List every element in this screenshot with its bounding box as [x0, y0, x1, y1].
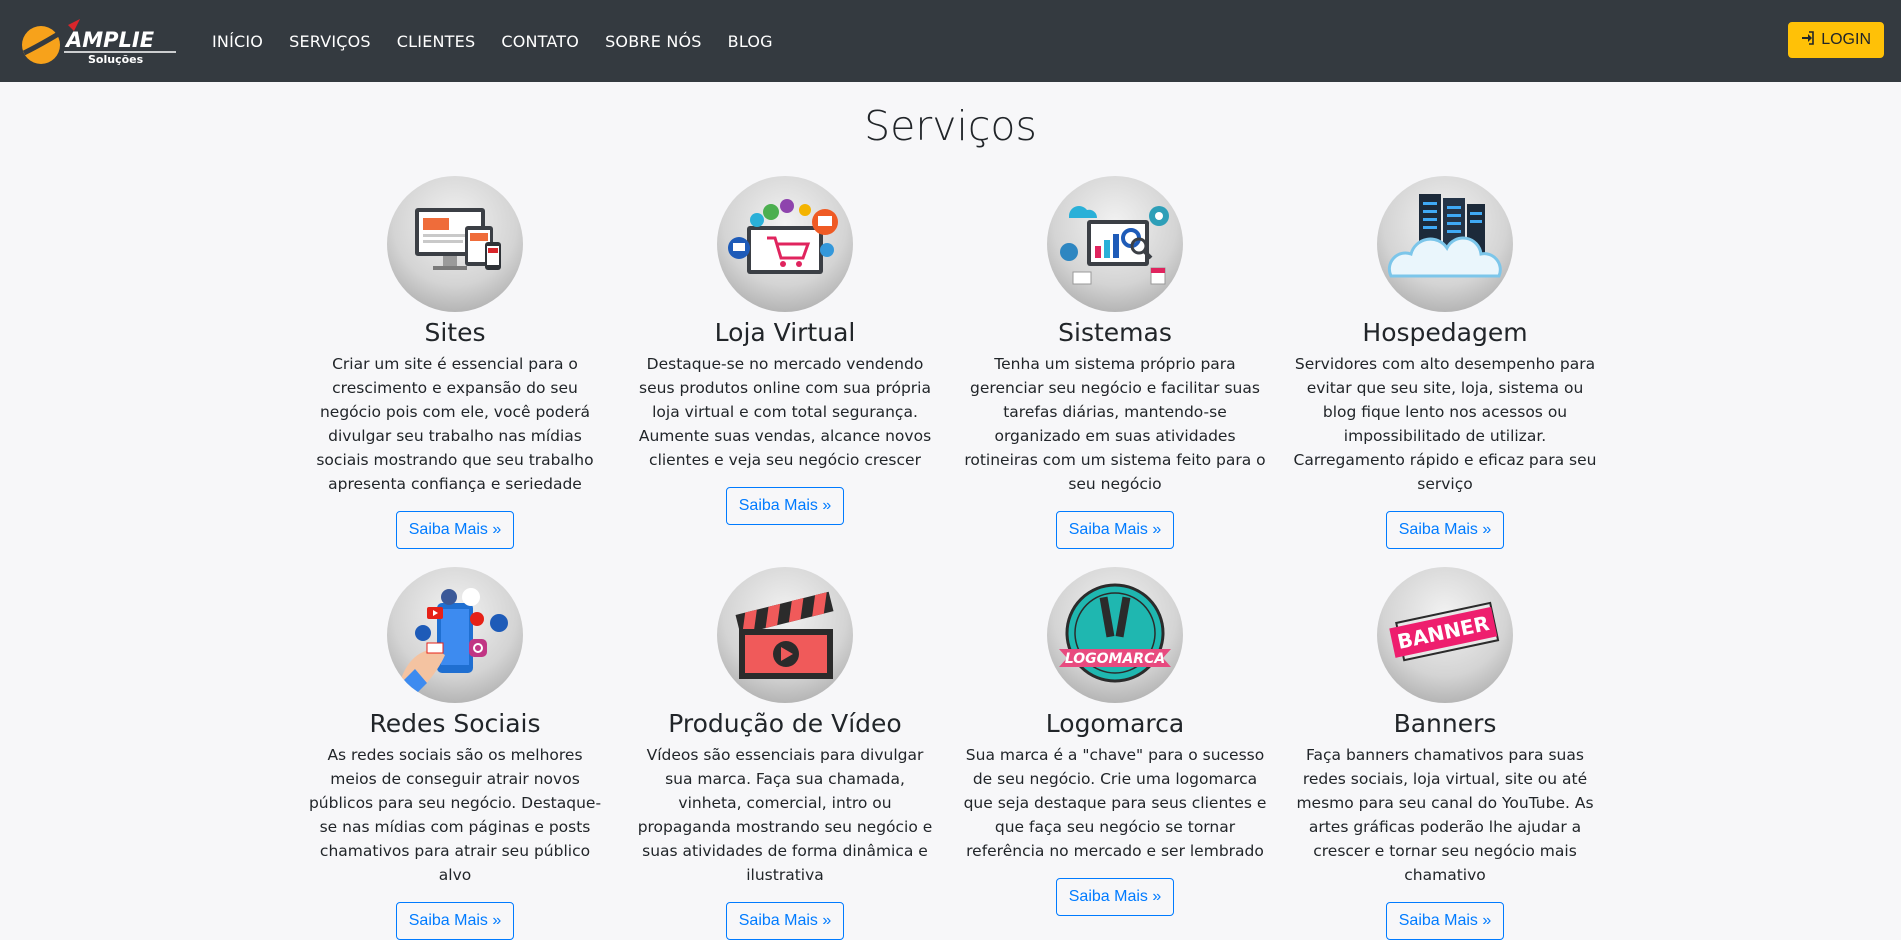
main-nav: INÍCIO SERVIÇOS CLIENTES CONTATO SOBRE N… [212, 32, 799, 51]
nav-clientes[interactable]: CLIENTES [397, 32, 476, 51]
clapperboard-icon [717, 567, 853, 703]
saiba-mais-button[interactable]: Saiba Mais » [1385, 511, 1505, 549]
service-title: Logomarca [1045, 709, 1185, 738]
service-description: Sua marca é a "chave" para o sucesso de … [963, 746, 1267, 860]
service-description: Tenha um sistema próprio para gerenciar … [964, 355, 1266, 493]
service-description: Vídeos são essenciais para divulgar sua … [637, 746, 933, 884]
service-card-producao-video: Produção de Vídeo Vídeos são essenciais … [620, 567, 950, 940]
saiba-mais-button[interactable]: Saiba Mais » [1055, 511, 1175, 549]
saiba-mais-button[interactable]: Saiba Mais » [1385, 902, 1505, 940]
banner-icon: BANNER [1377, 567, 1513, 703]
nav-inicio[interactable]: INÍCIO [212, 32, 263, 51]
service-title: Loja Virtual [714, 318, 856, 347]
service-title: Banners [1393, 709, 1497, 738]
nav-blog[interactable]: BLOG [728, 32, 773, 51]
service-card-sites: Sites Criar um site é essencial para o c… [290, 176, 620, 549]
login-label: LOGIN [1821, 31, 1871, 48]
logomarca-badge-text: LOGOMARCA [1065, 651, 1165, 667]
service-card-hospedagem: Hospedagem Servidores com alto desempenh… [1280, 176, 1610, 549]
top-navbar: AMPLIE Soluções INÍCIO SERVIÇOS CLIENTES… [0, 0, 1901, 82]
saiba-mais-button[interactable]: Saiba Mais » [395, 902, 515, 940]
service-title: Redes Sociais [369, 709, 541, 738]
cloud-server-icon [1377, 176, 1513, 312]
service-description: Destaque-se no mercado vendendo seus pro… [638, 355, 932, 469]
social-media-phone-icon [387, 567, 523, 703]
saiba-mais-button[interactable]: Saiba Mais » [725, 902, 845, 940]
service-title: Sistemas [1058, 318, 1172, 347]
sign-in-icon [1801, 30, 1815, 50]
service-title: Sites [424, 318, 486, 347]
brand-name: AMPLIE [64, 28, 155, 52]
service-description: Faça banners chamativos para suas redes … [1296, 746, 1594, 884]
service-title: Hospedagem [1362, 318, 1528, 347]
nav-contato[interactable]: CONTATO [501, 32, 579, 51]
nav-sobre-nos[interactable]: SOBRE NÓS [605, 32, 702, 51]
nav-servicos[interactable]: SERVIÇOS [289, 32, 371, 51]
saiba-mais-button[interactable]: Saiba Mais » [725, 487, 845, 525]
service-description: Servidores com alto desempenho para evit… [1293, 355, 1597, 493]
service-description: Criar um site é essencial para o crescim… [316, 355, 594, 493]
saiba-mais-button[interactable]: Saiba Mais » [395, 511, 515, 549]
login-button[interactable]: LOGIN [1788, 22, 1884, 58]
logo-badge-icon: LOGOMARCA [1047, 567, 1183, 703]
website-devices-icon [387, 176, 523, 312]
page-title: Serviços [864, 102, 1037, 150]
service-card-loja-virtual: Loja Virtual Destaque-se no mercado vend… [620, 176, 950, 549]
service-card-sistemas: Sistemas Tenha um sistema próprio para g… [950, 176, 1280, 549]
service-card-redes-sociais: Redes Sociais As redes sociais são os me… [290, 567, 620, 940]
brand-logo[interactable]: AMPLIE Soluções [18, 11, 178, 71]
brand-tagline: Soluções [88, 53, 144, 66]
service-title: Produção de Vídeo [668, 709, 902, 738]
saiba-mais-button[interactable]: Saiba Mais » [1055, 878, 1175, 916]
service-card-logomarca: LOGOMARCA Logomarca Sua marca é a "chave… [950, 567, 1280, 940]
systems-dashboard-icon [1047, 176, 1183, 312]
shopping-cart-icon [717, 176, 853, 312]
service-description: As redes sociais são os melhores meios d… [308, 746, 602, 884]
services-grid: Sites Criar um site é essencial para o c… [290, 176, 1610, 940]
service-card-banners: BANNER Banners Faça banners chamativos p… [1280, 567, 1610, 940]
